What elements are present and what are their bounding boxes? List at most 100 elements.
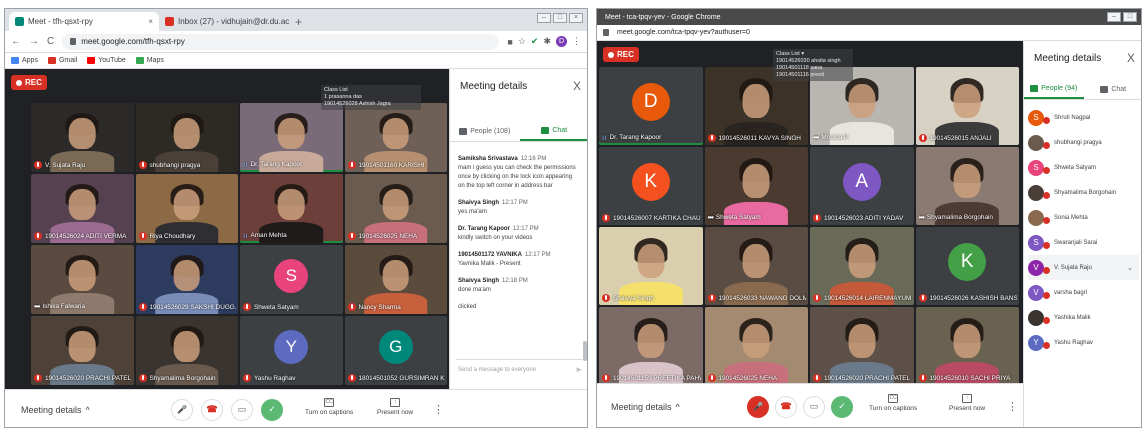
participant-tile[interactable]: K 19014526007 KARTIKA CHAUDH... bbox=[599, 147, 703, 225]
bookmark-maps[interactable]: Maps bbox=[135, 57, 164, 64]
menu-icon[interactable]: ⋮ bbox=[572, 36, 581, 47]
meeting-details-button[interactable]: Meeting details ^ bbox=[611, 402, 680, 412]
participant-tile[interactable]: Nancy Sharma bbox=[344, 245, 447, 314]
participant-tile[interactable]: 19014526010 SACHI PRIYA bbox=[915, 307, 1019, 385]
participant-label: 19014526029 SAKSHI DUGG... bbox=[138, 303, 236, 311]
camera-button[interactable]: ▭ bbox=[231, 398, 253, 421]
close-icon[interactable]: X bbox=[1127, 51, 1135, 65]
participant-tile[interactable]: 19014526020 PRACHI PATEL bbox=[31, 316, 134, 385]
close-window-button[interactable]: × bbox=[569, 13, 583, 23]
chat-scrollbar[interactable] bbox=[583, 341, 587, 361]
end-call-button[interactable]: ☎ bbox=[775, 395, 797, 418]
participant-tile[interactable]: 19014526029 SAKSHI DUGG... bbox=[135, 245, 238, 314]
mic-button[interactable]: 🎤 bbox=[171, 398, 193, 421]
mic-off-icon bbox=[347, 161, 356, 169]
meeting-details-button[interactable]: Meeting details ^ bbox=[21, 405, 90, 415]
captions-button[interactable]: CC Turn on captions bbox=[305, 398, 353, 416]
participant-tile[interactable]: A 19014526023 ADITI YADAV bbox=[810, 147, 914, 225]
participant-tile[interactable]: 19014526025 NEHA bbox=[704, 307, 808, 385]
minimize-button[interactable]: – bbox=[1107, 12, 1121, 22]
people-list-item[interactable]: Y Yashu Raghav bbox=[1028, 330, 1139, 355]
participant-tile[interactable]: ıı Dr. Tarang Kapoor bbox=[240, 103, 343, 172]
tab-people[interactable]: People (94) bbox=[1024, 79, 1084, 99]
lock-icon[interactable] bbox=[603, 29, 609, 36]
participant-tile[interactable]: G 18014501052 GURSIMRAN K... bbox=[344, 316, 447, 385]
participant-tile[interactable]: ••• Ishika Falwaria bbox=[31, 245, 134, 314]
participant-tile[interactable]: Riya Choudhary bbox=[135, 174, 238, 243]
tab-people[interactable]: People (108) bbox=[450, 121, 520, 141]
bookmark-youtube[interactable]: YouTube bbox=[87, 57, 126, 64]
people-list-item[interactable]: shubhangi pragya bbox=[1028, 130, 1139, 155]
new-tab-button[interactable]: + bbox=[289, 12, 308, 31]
participant-tile[interactable]: 19014526025 NEHA bbox=[344, 174, 447, 243]
send-icon[interactable]: ► bbox=[575, 365, 583, 374]
url-text[interactable]: meet.google.com/tca-tpqv-yev?authuser=0 bbox=[617, 29, 750, 36]
participant-tile[interactable]: Y Yashu Raghav bbox=[240, 316, 343, 385]
lock-icon[interactable] bbox=[70, 38, 77, 45]
extension-icon[interactable]: ✔ bbox=[531, 36, 539, 47]
participant-tile[interactable]: Dıı Dr. Tarang Kapoor bbox=[599, 67, 703, 145]
bookmark-gmail[interactable]: Gmail bbox=[47, 57, 77, 64]
tab-inbox[interactable]: Inbox (27) - vidhujain@dr.du.ac.in × bbox=[159, 12, 289, 31]
chevron-down-icon[interactable]: ⌄ bbox=[1127, 264, 1133, 272]
camera-button[interactable]: ▭ bbox=[803, 395, 825, 418]
chat-input[interactable]: Send a message to everyone ► bbox=[456, 359, 583, 379]
participant-tile[interactable]: 19014501159 PREETIKA PAHWA bbox=[599, 307, 703, 385]
participant-tile[interactable]: shubhangi pragya bbox=[135, 103, 238, 172]
participant-tile[interactable]: Shaivya Singh bbox=[599, 227, 703, 305]
maximize-button[interactable]: □ bbox=[553, 13, 567, 23]
tab-meet[interactable]: Meet - tfh-qsxt-rpy × bbox=[9, 12, 159, 31]
people-list-item[interactable]: Sonia Mehta bbox=[1028, 205, 1139, 230]
person-face bbox=[742, 84, 770, 119]
participant-tile[interactable]: ••• Shweta Satyam bbox=[704, 147, 808, 225]
participant-tile[interactable]: Shyamalima Borgohain bbox=[135, 316, 238, 385]
participant-tile[interactable]: 19014526033 NAWANG DOLMA bbox=[704, 227, 808, 305]
people-list-item[interactable]: S Shweta Satyam bbox=[1028, 155, 1139, 180]
tab-chat[interactable]: Chat bbox=[1084, 79, 1142, 99]
close-icon[interactable]: × bbox=[148, 17, 153, 26]
participant-tile[interactable]: 19014501160 KARISHI bbox=[344, 103, 447, 172]
mic-off-icon bbox=[813, 214, 821, 222]
participant-tile[interactable]: ••• Shyamalima Borgohain bbox=[915, 147, 1019, 225]
people-list-item[interactable]: Vvarsha bagri bbox=[1028, 280, 1139, 305]
people-list-item[interactable]: S Shruti Nagpal bbox=[1028, 105, 1139, 130]
reload-icon[interactable]: C bbox=[47, 36, 54, 47]
star-icon[interactable]: ☆ bbox=[518, 36, 526, 47]
participant-name: 19014526007 KARTIKA CHAUDH... bbox=[613, 214, 701, 222]
participant-tile[interactable]: K 19014526026 KASHISH BANSAL bbox=[915, 227, 1019, 305]
present-button[interactable]: ↑ Present now bbox=[377, 398, 413, 416]
person-face bbox=[173, 189, 201, 220]
back-icon[interactable]: ← bbox=[11, 36, 21, 47]
address-bar[interactable]: meet.google.com/tfh-qsxt-rpy bbox=[62, 33, 500, 50]
people-list-item[interactable]: V V. Sujata Raju ⌄ bbox=[1028, 255, 1139, 280]
activity-button[interactable]: ✓ bbox=[261, 398, 283, 421]
more-options-icon[interactable]: ⋮ bbox=[433, 403, 444, 416]
participant-tile[interactable]: 19014526020 PRACHI PATEL bbox=[810, 307, 914, 385]
bookmark-apps[interactable]: Apps bbox=[11, 57, 38, 64]
participant-name: Shaivya Singh bbox=[613, 294, 654, 302]
captions-button[interactable]: CC Turn on captions bbox=[869, 394, 917, 412]
participant-tile[interactable]: 19014526014 LAIRENMAYUM MI... bbox=[810, 227, 914, 305]
people-list-item[interactable]: Shyamalima Borgohain bbox=[1028, 180, 1139, 205]
present-button[interactable]: ↑ Present now bbox=[949, 394, 985, 412]
close-icon[interactable]: X bbox=[573, 79, 581, 93]
activity-button[interactable]: ✓ bbox=[831, 395, 853, 418]
end-call-button[interactable]: ☎ bbox=[201, 398, 223, 421]
participant-name: Shweta Satyam bbox=[254, 303, 299, 311]
tab-chat[interactable]: Chat bbox=[519, 121, 587, 141]
camera-icon[interactable]: ■ bbox=[507, 37, 512, 47]
participant-tile[interactable]: 19014526015 ANJALI bbox=[915, 67, 1019, 145]
mic-button[interactable]: 🎤 bbox=[747, 395, 769, 418]
participant-tile[interactable]: S Shweta Satyam bbox=[240, 245, 343, 314]
puzzle-icon[interactable]: ✱ bbox=[543, 36, 551, 47]
participant-tile[interactable]: V. Sujata Raju bbox=[31, 103, 134, 172]
forward-icon[interactable]: → bbox=[29, 36, 39, 47]
more-options-icon[interactable]: ⋮ bbox=[1007, 400, 1018, 413]
profile-avatar[interactable]: D bbox=[556, 36, 567, 47]
maximize-button[interactable]: □ bbox=[1123, 12, 1137, 22]
minimize-button[interactable]: – bbox=[537, 13, 551, 23]
people-list-item[interactable]: Yashika Malik bbox=[1028, 305, 1139, 330]
participant-tile[interactable]: 19014526024 ADITI VERMA bbox=[31, 174, 134, 243]
participant-tile[interactable]: ıı Aman Mehta bbox=[240, 174, 343, 243]
people-list-item[interactable]: S Swaranjali Sarai bbox=[1028, 230, 1139, 255]
